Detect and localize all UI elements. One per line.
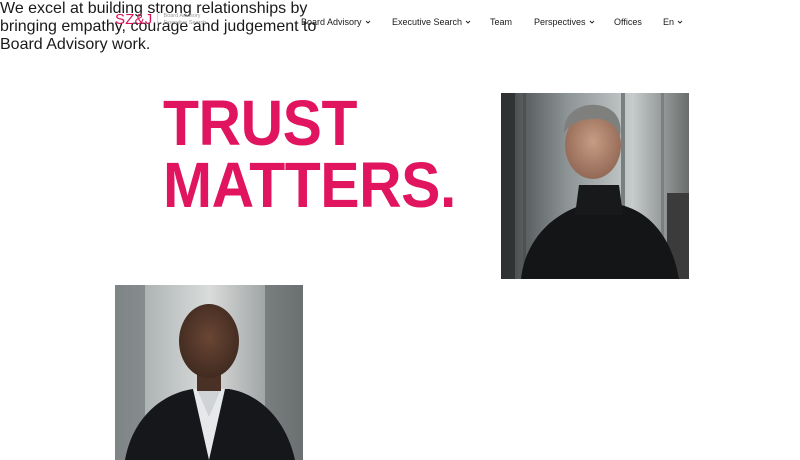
nav-item-label: Executive Search: [392, 17, 463, 27]
nav-item-label: Offices: [614, 17, 642, 27]
nav-item-executive-search[interactable]: Executive Search: [392, 17, 471, 27]
nav-item-offices[interactable]: Offices: [614, 17, 642, 27]
portrait-photo-bottom: [115, 285, 303, 460]
nav-item-board-advisory[interactable]: Board Advisory: [301, 17, 371, 27]
language-selector[interactable]: En: [663, 17, 683, 27]
nav-item-team[interactable]: Team: [490, 17, 512, 27]
chevron-down-icon: [465, 19, 471, 25]
hero-headline-line-1: TRUST: [163, 87, 357, 159]
chevron-down-icon: [677, 19, 683, 25]
hero-headline-line-2: MATTERS.: [163, 149, 456, 221]
nav-item-label: Perspectives: [534, 17, 586, 27]
portrait-photo-top: [501, 93, 689, 279]
nav-item-label: Board Advisory: [301, 17, 362, 27]
main-nav: Board Advisory Executive Search Team Per…: [0, 17, 800, 29]
language-label: En: [663, 17, 675, 27]
site-header: SZ&J Board Advisory Executive Search Boa…: [0, 0, 800, 44]
chevron-down-icon: [365, 19, 371, 25]
nav-item-perspectives[interactable]: Perspectives: [534, 17, 595, 27]
chevron-down-icon: [589, 19, 595, 25]
nav-item-label: Team: [490, 17, 513, 27]
hero-headline: TRUST MATTERS.: [163, 87, 456, 221]
